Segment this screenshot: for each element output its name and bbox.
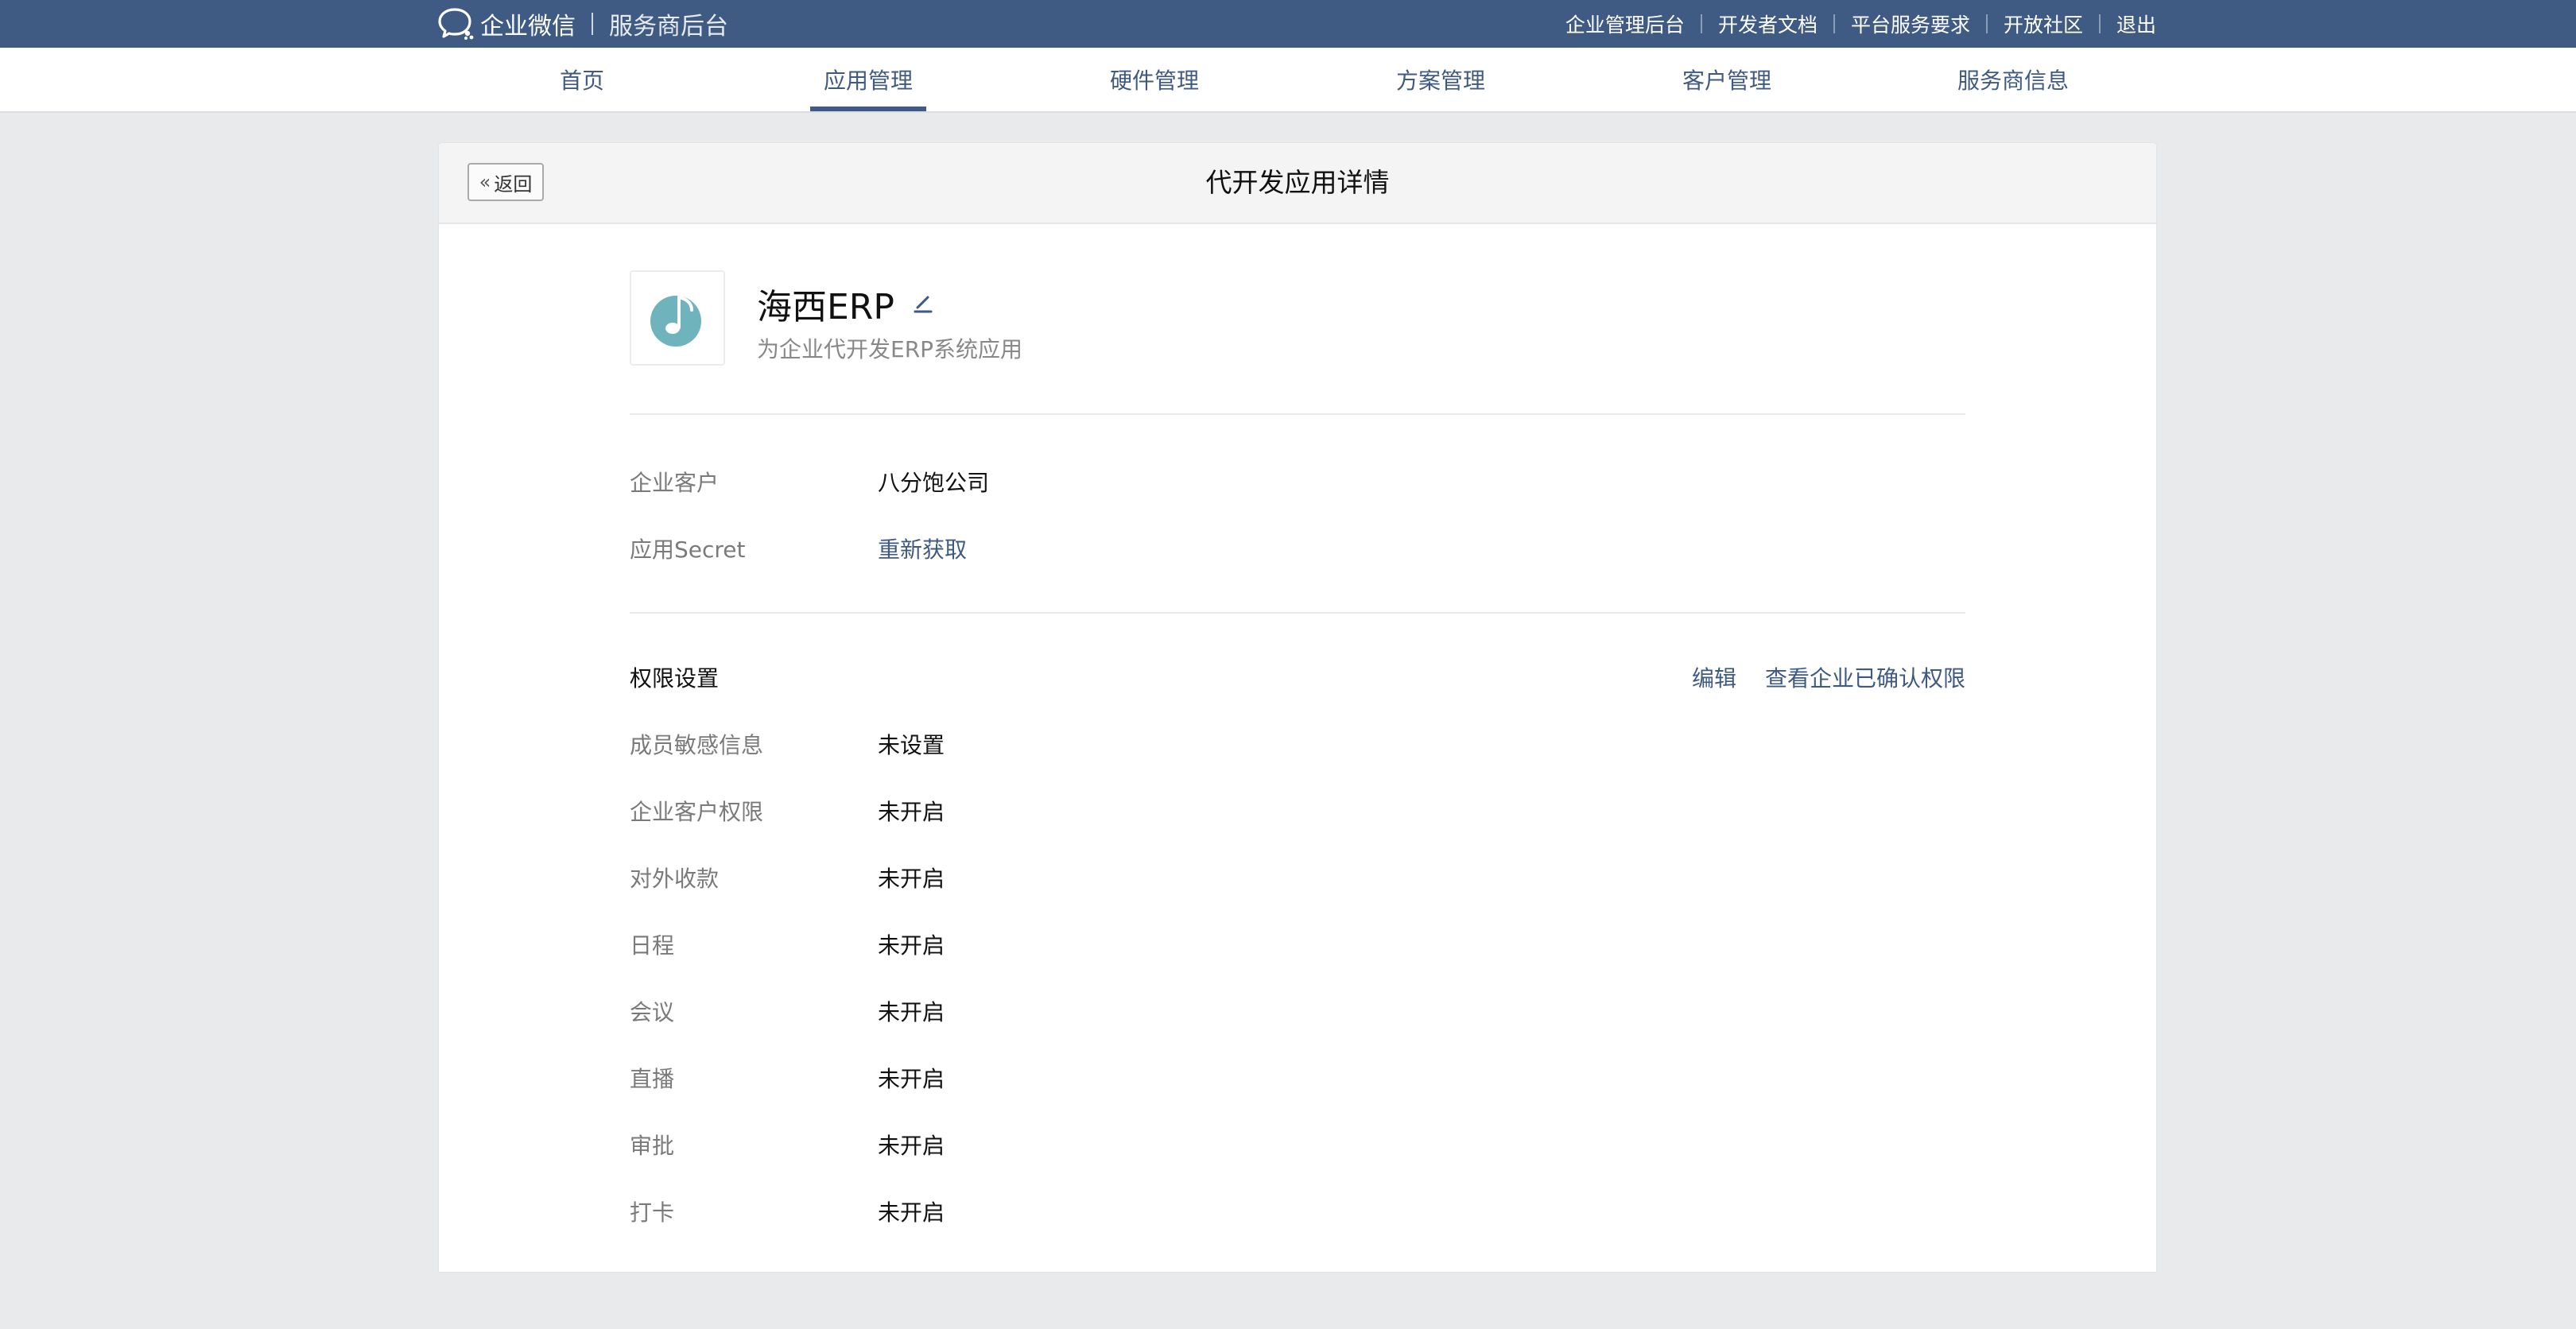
- permission-row: 会议 未开启: [630, 995, 1965, 1027]
- view-confirmed-permissions-link[interactable]: 查看企业已确认权限: [1765, 661, 1965, 693]
- brand-divider: [592, 13, 593, 35]
- permission-row: 企业客户权限 未开启: [630, 795, 1965, 827]
- permission-row: 审批 未开启: [630, 1129, 1965, 1160]
- permission-label: 企业客户权限: [630, 799, 764, 825]
- double-chevron-left-icon: «: [479, 171, 491, 193]
- permission-row: 直播 未开启: [630, 1062, 1965, 1094]
- tab-app-management[interactable]: 应用管理: [781, 48, 956, 111]
- page-title: 代开发应用详情: [1205, 167, 1390, 198]
- app-description: 为企业代开发ERP系统应用: [757, 336, 1023, 362]
- link-developer-docs[interactable]: 开发者文档: [1718, 10, 1818, 38]
- tab-provider-info[interactable]: 服务商信息: [1926, 48, 2101, 111]
- brand-name: 企业微信: [480, 13, 576, 41]
- permission-label: 打卡: [630, 1199, 675, 1226]
- wecom-logo-icon: [438, 8, 474, 40]
- back-button[interactable]: « 返回: [467, 163, 544, 201]
- link-enterprise-admin[interactable]: 企业管理后台: [1565, 10, 1685, 38]
- back-button-label: 返回: [494, 172, 533, 196]
- info-row-customer: 企业客户 八分饱公司: [630, 466, 1965, 498]
- edit-pencil-icon[interactable]: [910, 291, 936, 316]
- detail-card: 代开发应用详情 « 返回 海西ERP 为企业代开发ERP系统应用 企业客户 八分…: [439, 143, 2156, 1272]
- refetch-secret-link[interactable]: 重新获取: [878, 533, 967, 564]
- app-info: 海西ERP 为企业代开发ERP系统应用: [630, 223, 1965, 415]
- permission-row: 成员敏感信息 未设置: [630, 728, 1965, 760]
- link-divider: [1833, 14, 1835, 33]
- app-name-row: 海西ERP: [757, 278, 936, 329]
- detail-content: 海西ERP 为企业代开发ERP系统应用 企业客户 八分饱公司 应用Secret …: [630, 223, 1965, 1329]
- brand-subtitle: 服务商后台: [609, 13, 728, 41]
- edit-permissions-link[interactable]: 编辑: [1692, 661, 1736, 693]
- tab-customer-management[interactable]: 客户管理: [1639, 48, 1814, 111]
- info-row-secret: 应用Secret 重新获取: [630, 533, 1965, 564]
- tab-hardware-management[interactable]: 硬件管理: [1067, 48, 1242, 111]
- permission-title: 权限设置: [630, 665, 720, 692]
- app-logo: [630, 270, 725, 366]
- permission-label: 直播: [630, 1066, 675, 1092]
- top-brand-bar: 企业微信 服务商后台 企业管理后台 开发者文档 平台服务要求 开放社区 退出: [0, 0, 2576, 48]
- permission-label: 会议: [630, 999, 675, 1025]
- permission-label: 对外收款: [630, 866, 720, 892]
- permission-value: 未开启: [878, 1199, 945, 1226]
- link-platform-requirements[interactable]: 平台服务要求: [1851, 10, 1970, 38]
- permission-row: 对外收款 未开启: [630, 862, 1965, 893]
- link-logout[interactable]: 退出: [2116, 10, 2156, 38]
- tab-home[interactable]: 首页: [495, 48, 669, 111]
- top-links: 企业管理后台 开发者文档 平台服务要求 开放社区 退出: [1565, 0, 2156, 48]
- basic-info-section: 企业客户 八分饱公司 应用Secret 重新获取: [630, 415, 1965, 614]
- music-note-icon: [650, 296, 701, 347]
- card-header: 代开发应用详情 « 返回: [439, 143, 2156, 224]
- permission-value: 未开启: [878, 866, 945, 892]
- tab-solution-management[interactable]: 方案管理: [1353, 48, 1528, 111]
- info-value: 八分饱公司: [878, 470, 990, 496]
- info-label: 企业客户: [630, 470, 720, 496]
- app-name: 海西ERP: [757, 287, 894, 327]
- main-nav: 首页 应用管理 硬件管理 方案管理 客户管理 服务商信息: [0, 48, 2576, 113]
- permission-value: 未设置: [878, 732, 945, 758]
- permission-value: 未开启: [878, 999, 945, 1025]
- link-divider: [1700, 14, 1702, 33]
- permission-section: 权限设置 编辑 查看企业已确认权限 成员敏感信息 未设置 企业客户权限 未开启 …: [630, 614, 1965, 1329]
- permission-value: 未开启: [878, 1133, 945, 1159]
- brand[interactable]: 企业微信 服务商后台: [437, 0, 728, 48]
- link-divider: [1985, 14, 1988, 33]
- permission-value: 未开启: [878, 799, 945, 825]
- link-open-community[interactable]: 开放社区: [2004, 10, 2083, 38]
- permission-label: 日程: [630, 932, 675, 959]
- permission-label: 审批: [630, 1133, 675, 1159]
- permission-row: 日程 未开启: [630, 928, 1965, 960]
- permission-row: 打卡 未开启: [630, 1195, 1965, 1227]
- permission-label: 成员敏感信息: [630, 732, 764, 758]
- permission-header: 权限设置 编辑 查看企业已确认权限: [630, 661, 1965, 693]
- permission-value: 未开启: [878, 1066, 945, 1092]
- info-label: 应用Secret: [630, 537, 746, 563]
- permission-actions: 编辑 查看企业已确认权限: [1692, 661, 1965, 693]
- link-divider: [2098, 14, 2101, 33]
- permission-value: 未开启: [878, 932, 945, 959]
